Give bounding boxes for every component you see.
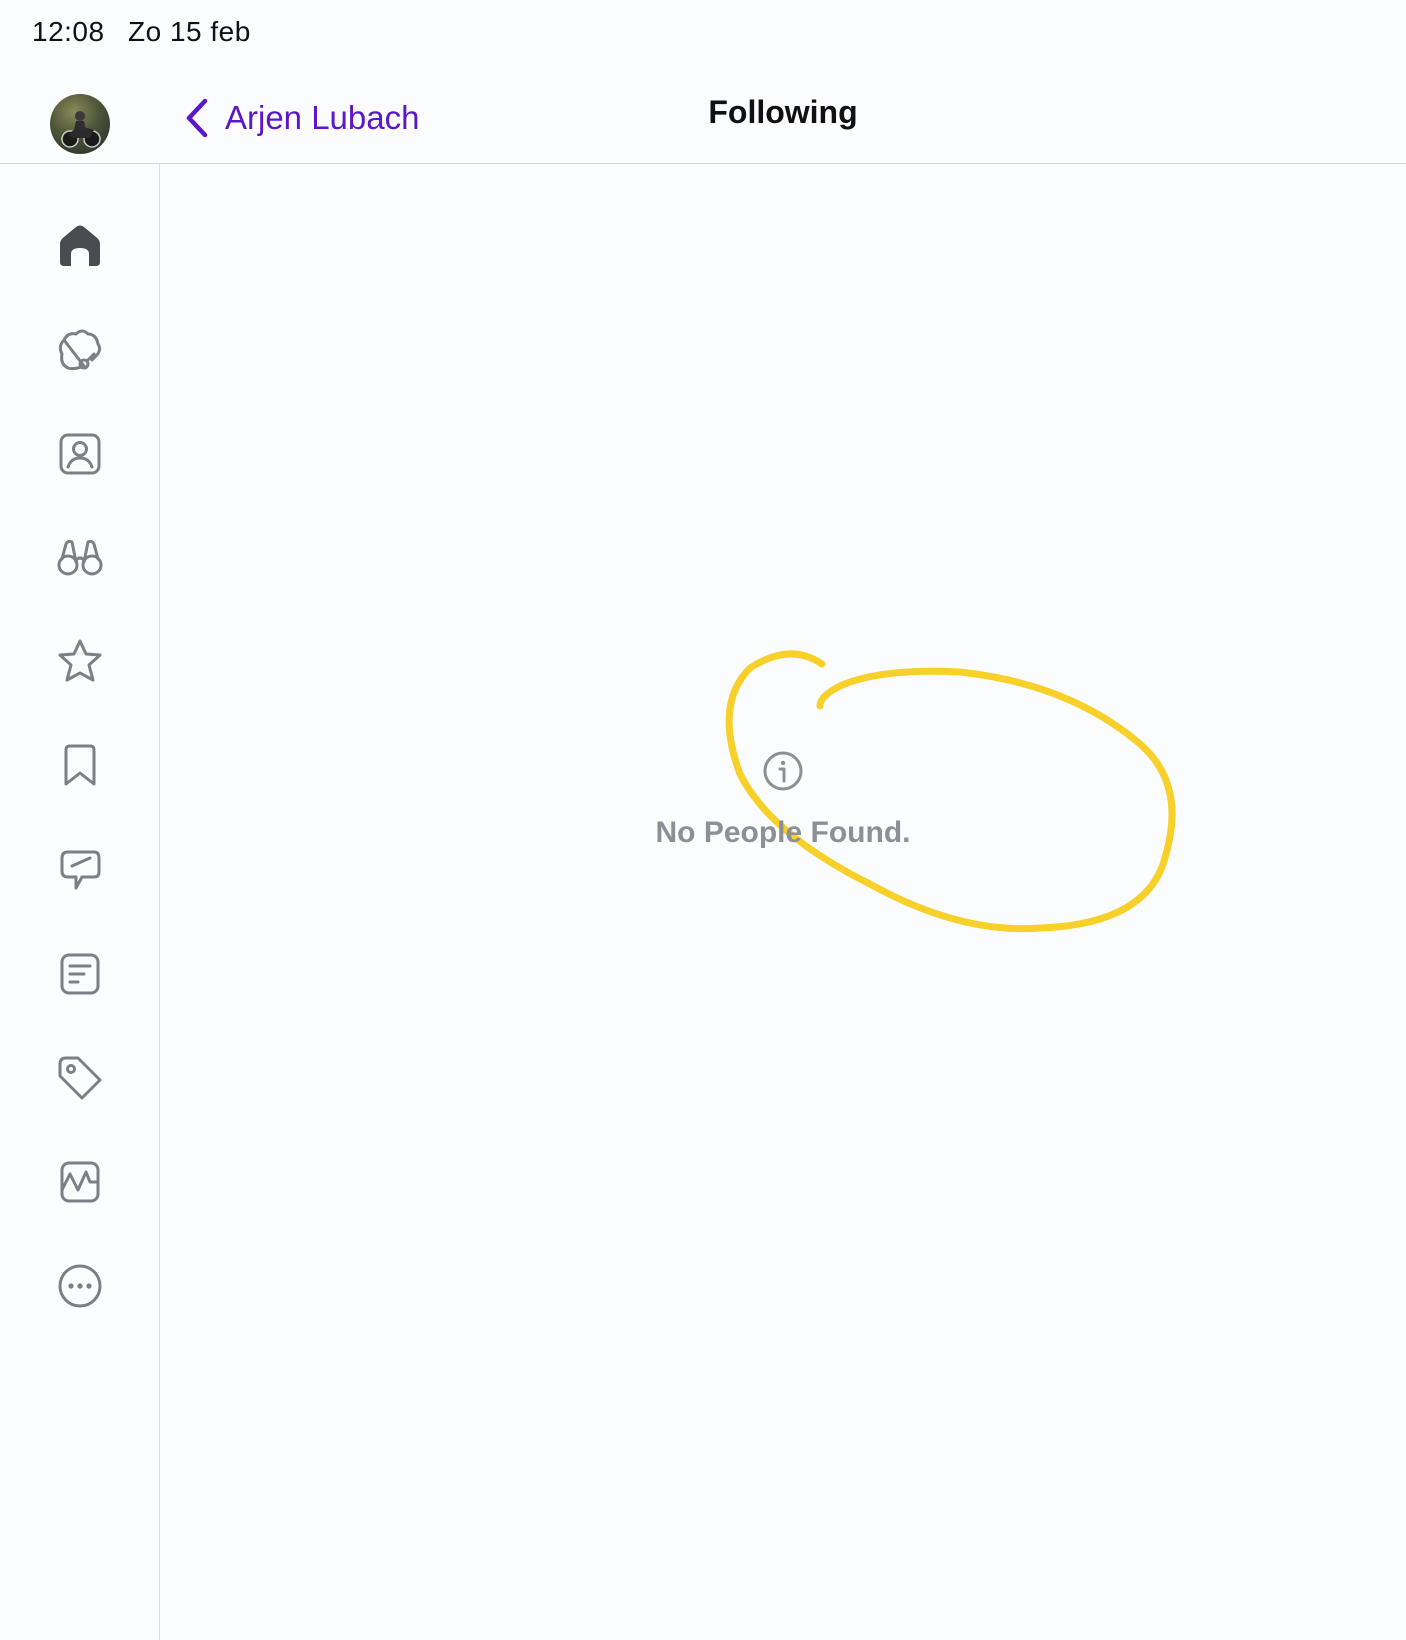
navigation-bar: Arjen Lubach Following — [0, 62, 1406, 164]
more-icon — [58, 1264, 102, 1308]
sidebar-item-discover[interactable] — [40, 518, 120, 598]
page-title: Following — [708, 94, 858, 130]
sidebar-item-profile[interactable] — [40, 414, 120, 494]
activity-icon — [60, 1161, 100, 1203]
messages-icon — [60, 850, 101, 890]
main-content: No People Found. — [160, 164, 1406, 1640]
sidebar — [0, 164, 160, 1640]
sidebar-item-home[interactable] — [40, 206, 120, 286]
status-bar: 12:08 Zo 15 feb — [0, 0, 1406, 62]
star-icon — [58, 639, 102, 682]
sidebar-item-bookmarks[interactable] — [40, 726, 120, 806]
home-icon — [60, 225, 100, 266]
list-icon — [60, 953, 100, 995]
binoculars-icon — [57, 539, 103, 576]
sidebar-item-favorites[interactable] — [40, 622, 120, 702]
empty-state-message: No People Found. — [655, 816, 911, 849]
sidebar-item-explore[interactable] — [40, 310, 120, 390]
empty-state: No People Found. — [160, 749, 1406, 850]
avatar-image — [61, 111, 101, 148]
avatar[interactable] — [50, 94, 110, 154]
profile-icon — [59, 433, 101, 475]
sidebar-item-messages[interactable] — [40, 830, 120, 910]
bookmark-icon — [64, 744, 96, 786]
sidebar-item-lists[interactable] — [40, 934, 120, 1014]
sidebar-item-activity[interactable] — [40, 1142, 120, 1222]
sidebar-item-more[interactable] — [40, 1246, 120, 1326]
status-date: Zo 15 feb — [128, 16, 251, 47]
explore-icon — [58, 329, 102, 371]
info-icon — [761, 749, 805, 798]
tag-icon — [58, 1056, 102, 1100]
sidebar-item-tags[interactable] — [40, 1038, 120, 1118]
status-time: 12:08 — [32, 16, 105, 47]
app-screen: 12:08 Zo 15 feb Arjen Lubach Following N… — [0, 0, 1406, 1640]
